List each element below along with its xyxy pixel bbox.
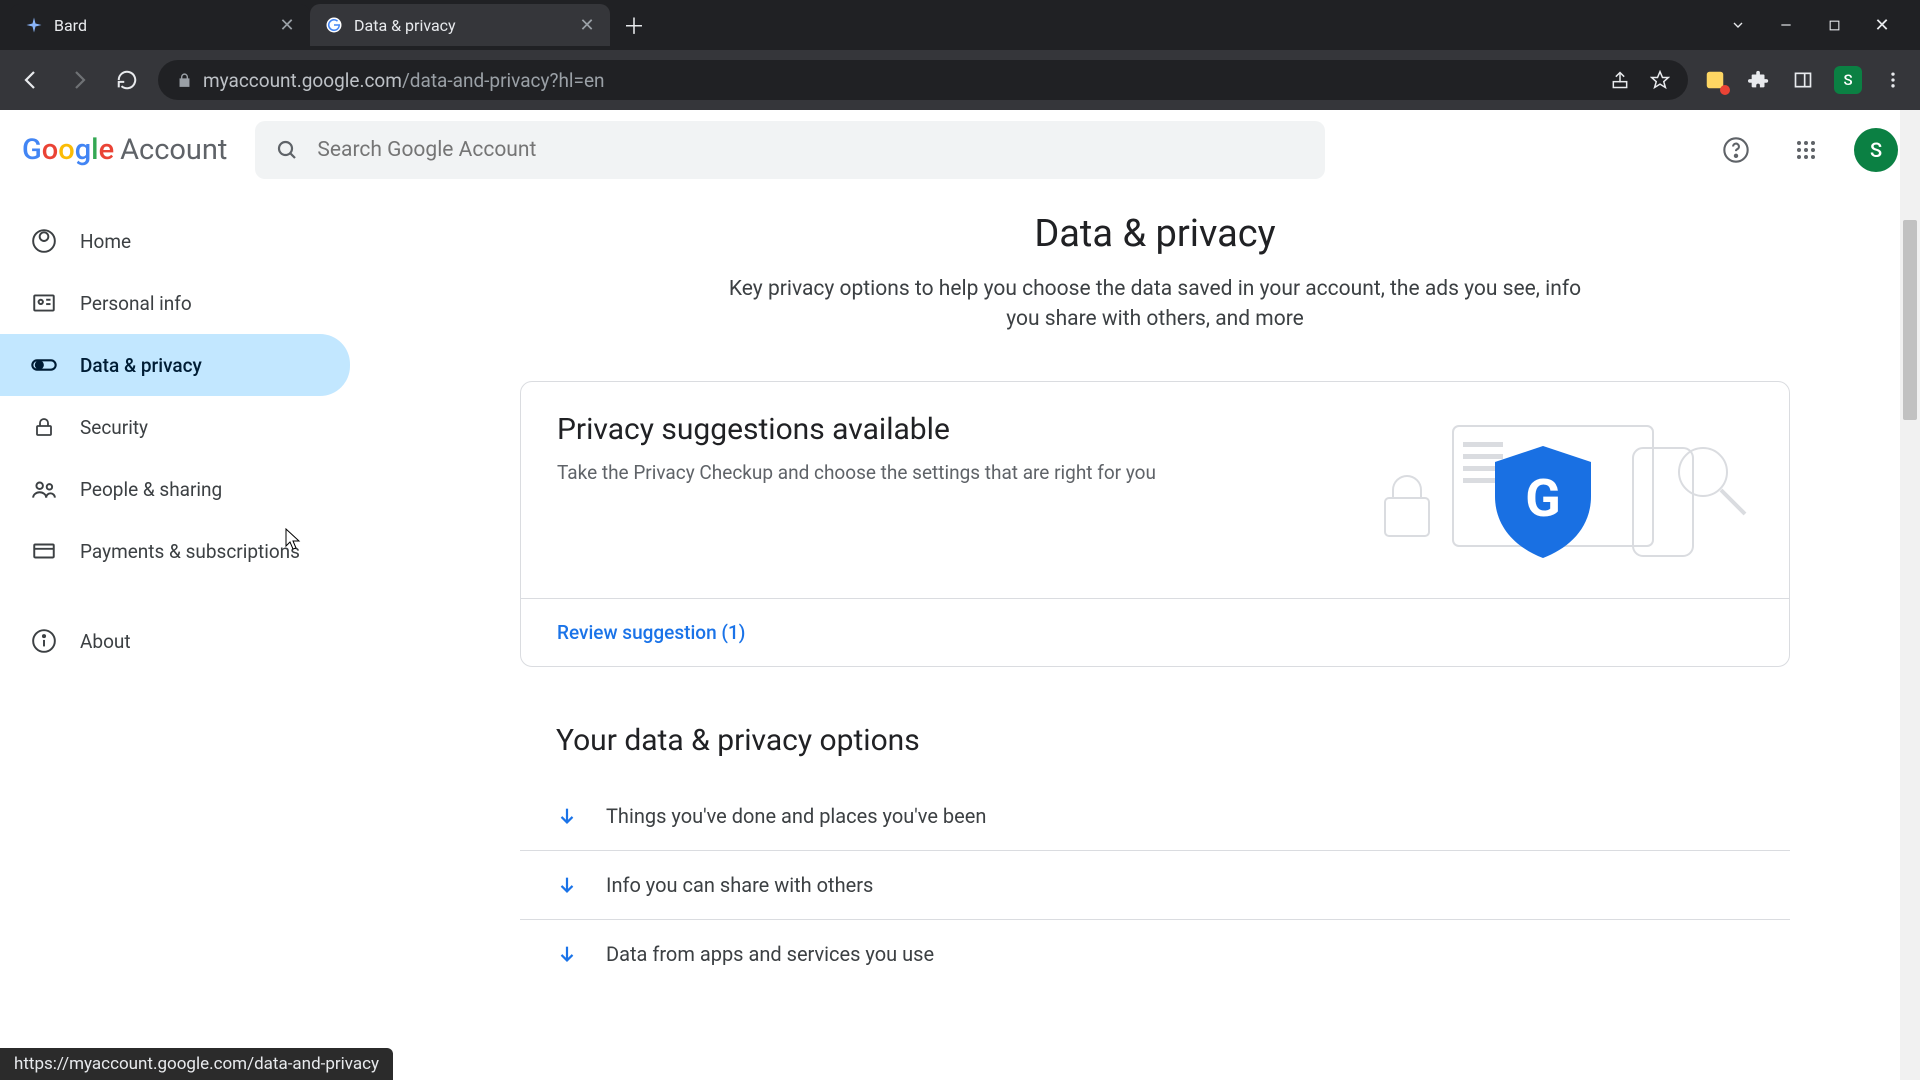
- minimize-icon[interactable]: [1776, 15, 1796, 35]
- extensions-icon[interactable]: [1746, 67, 1772, 93]
- scrollbar-thumb[interactable]: [1903, 220, 1917, 420]
- browser-chrome: Bard ✕ Data & privacy ✕ ＋ ✕: [0, 0, 1920, 110]
- google-account-logo[interactable]: Google Account: [22, 133, 227, 167]
- card-icon: [30, 537, 58, 565]
- sidepanel-icon[interactable]: [1790, 67, 1816, 93]
- page-subtitle: Key privacy options to help you choose t…: [715, 274, 1595, 335]
- search-input[interactable]: [317, 138, 1305, 162]
- address-bar[interactable]: myaccount.google.com/data-and-privacy?hl…: [158, 60, 1688, 100]
- lock-icon: [176, 72, 193, 89]
- close-icon[interactable]: ✕: [578, 16, 596, 34]
- help-icon[interactable]: [1714, 128, 1758, 172]
- sidebar: Home Personal info Data & privacy Securi…: [0, 190, 390, 1080]
- forward-button[interactable]: [62, 63, 96, 97]
- card-body: Take the Privacy Checkup and choose the …: [557, 461, 1156, 484]
- tab-strip: Bard ✕ Data & privacy ✕ ＋ ✕: [0, 0, 1920, 50]
- option-label: Info you can share with others: [606, 873, 873, 897]
- option-label: Things you've done and places you've bee…: [606, 804, 986, 828]
- tab-data-privacy[interactable]: Data & privacy ✕: [310, 4, 610, 46]
- avatar[interactable]: S: [1854, 128, 1898, 172]
- window-controls: ✕: [1728, 15, 1910, 35]
- sidebar-item-people-sharing[interactable]: People & sharing: [0, 458, 350, 520]
- account-word: Account: [120, 133, 227, 167]
- sidebar-item-about[interactable]: About: [0, 610, 350, 672]
- privacy-suggestions-card: Privacy suggestions available Take the P…: [520, 381, 1790, 667]
- options-heading: Your data & privacy options: [520, 723, 1790, 758]
- sidebar-item-home[interactable]: Home: [0, 210, 350, 272]
- app-header: Google Account S: [0, 110, 1920, 190]
- sidebar-item-label: People & sharing: [80, 478, 222, 501]
- status-bar-url: https://myaccount.google.com/data-and-pr…: [0, 1048, 393, 1080]
- lock-icon: [30, 413, 58, 441]
- option-label: Data from apps and services you use: [606, 942, 934, 966]
- toggle-icon: [30, 351, 58, 379]
- privacy-shield-illustration-icon: G: [1333, 412, 1753, 562]
- sidebar-item-label: Payments & subscriptions: [80, 540, 300, 563]
- arrow-down-icon: [556, 805, 578, 827]
- new-tab-button[interactable]: ＋: [618, 9, 650, 41]
- card-heading: Privacy suggestions available: [557, 412, 1156, 447]
- search-icon: [275, 138, 299, 162]
- page-viewport: Google Account S Home: [0, 110, 1920, 1080]
- tab-label: Data & privacy: [354, 16, 456, 35]
- sidebar-item-data-privacy[interactable]: Data & privacy: [0, 334, 350, 396]
- star-icon[interactable]: [1650, 70, 1670, 90]
- extension-badge-icon[interactable]: [1702, 67, 1728, 93]
- sidebar-item-security[interactable]: Security: [0, 396, 350, 458]
- arrow-down-icon: [556, 943, 578, 965]
- svg-text:G: G: [1525, 468, 1560, 529]
- option-row-share[interactable]: Info you can share with others: [520, 851, 1790, 920]
- reload-button[interactable]: [110, 63, 144, 97]
- bard-favicon-icon: [24, 15, 44, 35]
- option-row-apps-data[interactable]: Data from apps and services you use: [520, 920, 1790, 988]
- sidebar-item-label: About: [80, 630, 131, 653]
- vertical-scrollbar[interactable]: [1900, 110, 1920, 1080]
- close-window-icon[interactable]: ✕: [1872, 15, 1892, 35]
- tab-bard[interactable]: Bard ✕: [10, 4, 310, 46]
- share-icon[interactable]: [1610, 70, 1630, 90]
- profile-badge[interactable]: S: [1834, 66, 1862, 94]
- page-title: Data & privacy: [510, 212, 1800, 256]
- google-logo-icon: Google: [22, 133, 114, 167]
- main-content: Data & privacy Key privacy options to he…: [390, 190, 1920, 1080]
- address-row: myaccount.google.com/data-and-privacy?hl…: [0, 50, 1920, 110]
- sidebar-item-label: Security: [80, 416, 148, 439]
- chrome-toolbar-right: S: [1702, 66, 1906, 94]
- chevron-down-icon[interactable]: [1728, 15, 1748, 35]
- review-suggestion-link[interactable]: Review suggestion (1): [557, 621, 745, 644]
- arrow-down-icon: [556, 874, 578, 896]
- people-icon: [30, 475, 58, 503]
- maximize-icon[interactable]: [1824, 15, 1844, 35]
- kebab-menu-icon[interactable]: [1880, 67, 1906, 93]
- tab-label: Bard: [54, 16, 87, 35]
- sidebar-item-label: Data & privacy: [80, 354, 202, 377]
- id-card-icon: [30, 289, 58, 317]
- close-icon[interactable]: ✕: [278, 16, 296, 34]
- option-row-activity[interactable]: Things you've done and places you've bee…: [520, 782, 1790, 851]
- apps-grid-icon[interactable]: [1784, 128, 1828, 172]
- url-text: myaccount.google.com/data-and-privacy?hl…: [203, 69, 605, 92]
- google-favicon-icon: [324, 15, 344, 35]
- back-button[interactable]: [14, 63, 48, 97]
- sidebar-item-personal-info[interactable]: Personal info: [0, 272, 350, 334]
- sidebar-item-label: Personal info: [80, 292, 192, 315]
- search-box[interactable]: [255, 121, 1325, 179]
- cursor-icon: [285, 528, 303, 552]
- home-icon: [30, 227, 58, 255]
- sidebar-item-label: Home: [80, 230, 131, 253]
- info-icon: [30, 627, 58, 655]
